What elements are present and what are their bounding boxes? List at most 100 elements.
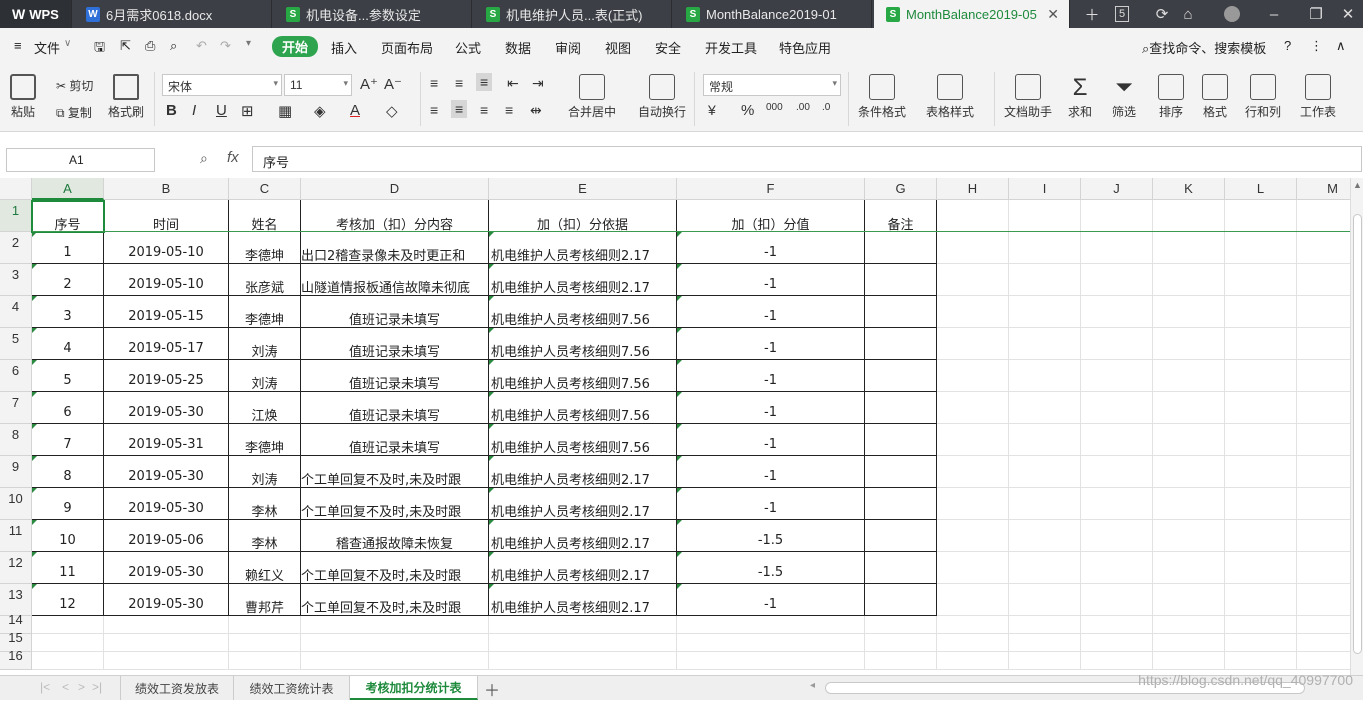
empty-cell[interactable] [1009,328,1081,360]
align-right-icon[interactable]: ≡ [480,102,488,118]
empty-cell[interactable] [1009,264,1081,296]
row-header[interactable]: 6 [0,360,32,392]
table-cell[interactable]: 机电维护人员考核细则7.56 [489,296,677,328]
row-header[interactable]: 10 [0,488,32,520]
empty-cell[interactable] [1081,424,1153,456]
font-name-select[interactable]: 宋体 [162,74,282,96]
table-cell[interactable]: 2019-05-06 [104,520,229,552]
table-cell[interactable]: 值班记录未填写 [301,296,489,328]
empty-cell[interactable] [1297,634,1350,652]
empty-cell[interactable] [1153,652,1225,670]
formula-input[interactable]: 序号 [252,146,1362,172]
tab-data[interactable]: 数据 [505,38,531,57]
close-window-icon[interactable]: ✕ [1334,0,1362,28]
empty-cell[interactable] [937,232,1009,264]
empty-cell[interactable] [1297,296,1350,328]
doc-helper-button[interactable]: 文档助手 [1004,74,1052,120]
header-cell[interactable]: 时间 [104,200,229,232]
empty-cell[interactable] [1297,232,1350,264]
table-style-button[interactable]: 表格样式 [926,74,974,120]
table-cell[interactable]: 2019-05-31 [104,424,229,456]
empty-cell[interactable] [1081,552,1153,584]
sum-button[interactable]: Σ 求和 [1068,74,1092,120]
tab-doc-2[interactable]: S 机电设备...参数设定 [274,0,472,28]
scroll-up-icon[interactable]: ▲ [1353,180,1362,190]
tab-insert[interactable]: 插入 [331,38,357,57]
table-cell[interactable]: 机电维护人员考核细则7.56 [489,328,677,360]
currency-icon[interactable]: ¥ [708,102,716,118]
header-cell[interactable]: 备注 [865,200,937,232]
empty-cell[interactable] [32,634,104,652]
redo-icon[interactable]: ↷ [220,38,231,54]
empty-cell[interactable] [1009,488,1081,520]
table-cell[interactable]: 张彦斌 [229,264,301,296]
column-header[interactable]: F [677,178,865,200]
increase-decimal-icon[interactable]: .00 [796,102,810,113]
collapse-ribbon-icon[interactable]: ∧ [1336,38,1346,54]
empty-cell[interactable] [1081,584,1153,616]
table-cell[interactable]: 李林 [229,520,301,552]
empty-cell[interactable] [1225,200,1297,232]
empty-cell[interactable] [1297,552,1350,584]
column-header[interactable]: B [104,178,229,200]
sort-button[interactable]: 排序 [1158,74,1184,120]
format-button[interactable]: 格式 [1202,74,1228,120]
table-cell[interactable]: 2019-05-10 [104,232,229,264]
table-cell[interactable]: 2019-05-10 [104,264,229,296]
tab-page-layout[interactable]: 页面布局 [381,38,433,57]
file-menu[interactable]: 文件 [34,38,60,57]
empty-cell[interactable] [489,634,677,652]
empty-cell[interactable] [1297,328,1350,360]
fill-color-icon[interactable]: ◈ [314,102,326,120]
table-cell[interactable]: 机电维护人员考核细则2.17 [489,520,677,552]
empty-cell[interactable] [1009,296,1081,328]
tab-doc-4[interactable]: S MonthBalance2019-01 [674,0,872,28]
table-cell[interactable]: 个工单回复不及时,未及时跟 [301,552,489,584]
empty-cell[interactable] [677,652,865,670]
tab-home[interactable]: 开始 [272,36,319,57]
select-all-corner[interactable] [0,178,32,200]
table-cell[interactable]: -1 [677,232,865,264]
table-cell[interactable]: 值班记录未填写 [301,360,489,392]
underline-icon[interactable]: U [216,102,227,119]
decrease-indent-icon[interactable]: ⇤ [507,75,519,92]
table-cell[interactable]: 山隧道情报板通信故障未彻底 [301,264,489,296]
empty-cell[interactable] [1225,392,1297,424]
filter-button[interactable]: ⏷ 筛选 [1112,74,1136,120]
increase-indent-icon[interactable]: ⇥ [532,75,544,92]
table-cell[interactable]: 机电维护人员考核细则2.17 [489,488,677,520]
table-cell[interactable]: 机电维护人员考核细则2.17 [489,584,677,616]
format-painter-button[interactable]: 格式刷 [108,74,144,120]
empty-cell[interactable] [1225,520,1297,552]
empty-cell[interactable] [1081,360,1153,392]
table-cell[interactable]: -1 [677,392,865,424]
empty-cell[interactable] [1153,200,1225,232]
column-header[interactable]: J [1081,178,1153,200]
empty-cell[interactable] [1297,424,1350,456]
empty-cell[interactable] [1225,296,1297,328]
table-cell[interactable]: 机电维护人员考核细则2.17 [489,232,677,264]
row-header[interactable]: 5 [0,328,32,360]
empty-cell[interactable] [1009,584,1081,616]
empty-cell[interactable] [229,634,301,652]
empty-cell[interactable] [937,584,1009,616]
empty-cell[interactable] [1297,520,1350,552]
wrap-text-button[interactable]: 自动换行 [638,74,686,120]
font-color-icon[interactable]: A [350,102,360,119]
table-cell[interactable]: 刘涛 [229,360,301,392]
empty-cell[interactable] [937,360,1009,392]
table-cell[interactable] [865,424,937,456]
align-top-icon[interactable]: ≡ [430,75,438,91]
row-header[interactable]: 1 [0,200,32,232]
empty-cell[interactable] [1081,232,1153,264]
column-header[interactable]: L [1225,178,1297,200]
empty-cell[interactable] [937,456,1009,488]
paste-button[interactable]: 粘贴 [10,74,36,120]
empty-cell[interactable] [1225,232,1297,264]
empty-cell[interactable] [1081,456,1153,488]
table-cell[interactable]: -1 [677,264,865,296]
empty-cell[interactable] [1297,652,1350,670]
empty-cell[interactable] [301,634,489,652]
empty-cell[interactable] [1009,552,1081,584]
clear-icon[interactable]: ◇ [386,102,398,120]
